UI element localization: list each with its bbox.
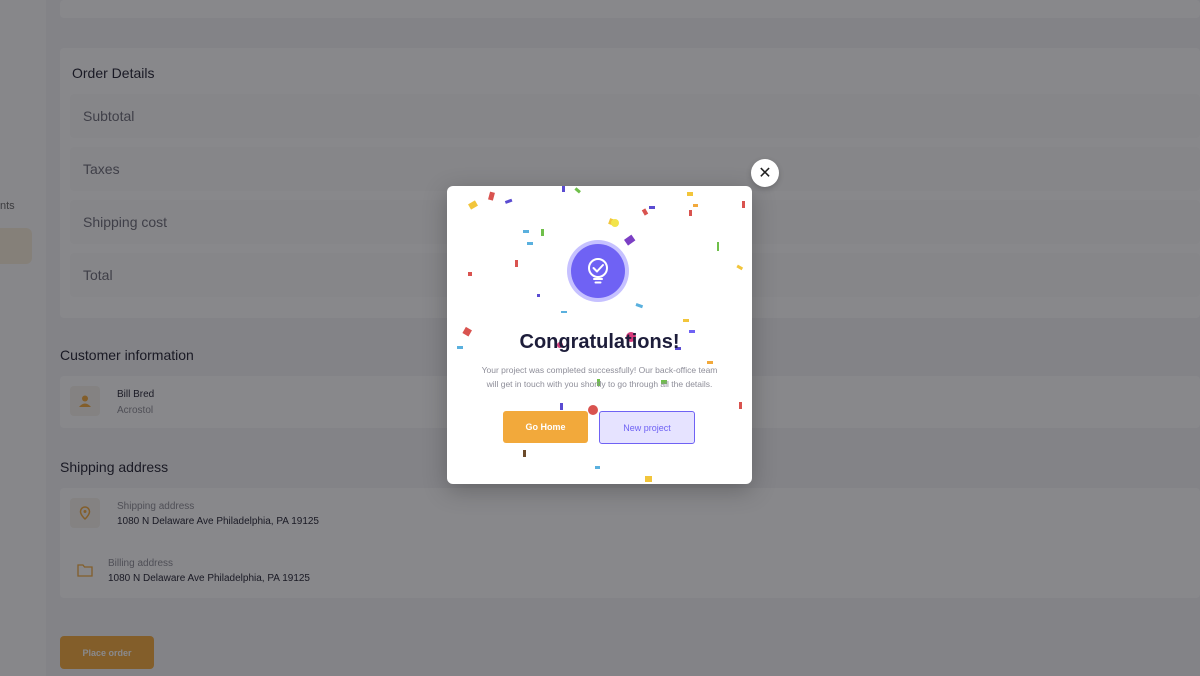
go-home-button[interactable]: Go Home — [503, 411, 588, 443]
modal-body: Your project was completed successfully!… — [465, 363, 734, 391]
modal-title: Congratulations! — [519, 331, 680, 353]
congratulations-modal: Congratulations! Your project was comple… — [447, 186, 752, 484]
lightbulb-check-icon — [571, 244, 625, 298]
modal-body-line: Your project was completed successfully!… — [481, 365, 718, 375]
success-badge — [567, 240, 629, 302]
modal-body-line: will get in touch with you shortly to go… — [486, 379, 713, 389]
new-project-button[interactable]: New project — [599, 411, 695, 444]
close-icon[interactable]: ✕ — [751, 159, 779, 187]
